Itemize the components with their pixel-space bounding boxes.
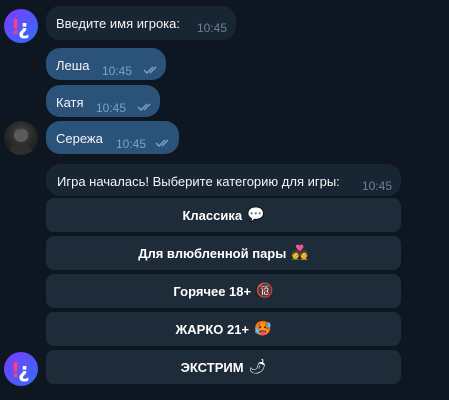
category-button-hot21[interactable]: ЖАРКО 21+ 🥵 — [46, 312, 401, 346]
hot-face-icon: 🥵 — [254, 321, 272, 337]
message-time: 10:45 — [197, 21, 228, 35]
message-text: Игра началась! Выберите категорию для иг… — [57, 174, 340, 189]
category-button-classic[interactable]: Классика 💬 — [46, 198, 401, 232]
message-time: 10:45 — [96, 101, 127, 115]
message-time: 10:45 — [102, 64, 133, 78]
message-player-1: Леша 10:45 — [46, 48, 166, 80]
button-label: Классика — [182, 207, 243, 223]
bot-logo-icon: ! ¿ — [11, 15, 30, 39]
category-button-couple[interactable]: Для влюбленной пары 💑 — [46, 236, 401, 270]
message-start: Игра началась! Выберите категорию для иг… — [46, 164, 401, 196]
speech-bubble-icon: 💬 — [247, 207, 265, 223]
button-label: Для влюбленной пары — [138, 245, 287, 261]
message-time: 10:45 — [362, 179, 393, 193]
message-text: Введите имя игрока: — [56, 16, 181, 31]
bot-logo-icon: ! ¿ — [11, 358, 30, 382]
user-avatar[interactable] — [4, 121, 38, 155]
message-player-2: Катя 10:45 — [46, 85, 160, 117]
double-check-icon — [155, 139, 169, 148]
message-text: Катя — [56, 95, 84, 110]
message-time: 10:45 — [116, 137, 147, 151]
message-text: Леша — [56, 58, 90, 73]
category-button-hot18[interactable]: Горячее 18+ 🔞 — [46, 274, 401, 308]
svg-text:¿: ¿ — [18, 15, 30, 39]
double-check-icon — [143, 66, 157, 75]
user-photo-icon — [8, 128, 34, 155]
button-label: Горячее 18+ — [173, 283, 252, 299]
message-player-3: Сережа 10:45 — [46, 121, 179, 154]
double-check-icon — [137, 103, 151, 112]
bot-avatar-top[interactable]: ! ¿ — [4, 9, 38, 43]
category-button-extreme[interactable]: ЭКСТРИМ 🌶 — [46, 350, 401, 384]
svg-text:¿: ¿ — [18, 358, 30, 382]
button-label: ЖАРКО 21+ — [175, 321, 250, 337]
no-under-18-icon: 🔞 — [256, 283, 274, 299]
bot-avatar-bottom[interactable]: ! ¿ — [4, 352, 38, 386]
hot-pepper-icon: 🌶 — [248, 359, 267, 375]
message-text: Сережа — [56, 131, 103, 146]
chat-area: ! ¿ Введите имя игрока: 10:45 Леша 10:45… — [0, 0, 449, 400]
couple-icon: 💑 — [291, 245, 309, 261]
button-label: ЭКСТРИМ — [180, 359, 244, 375]
message-prompt: Введите имя игрока: 10:45 — [46, 6, 236, 40]
